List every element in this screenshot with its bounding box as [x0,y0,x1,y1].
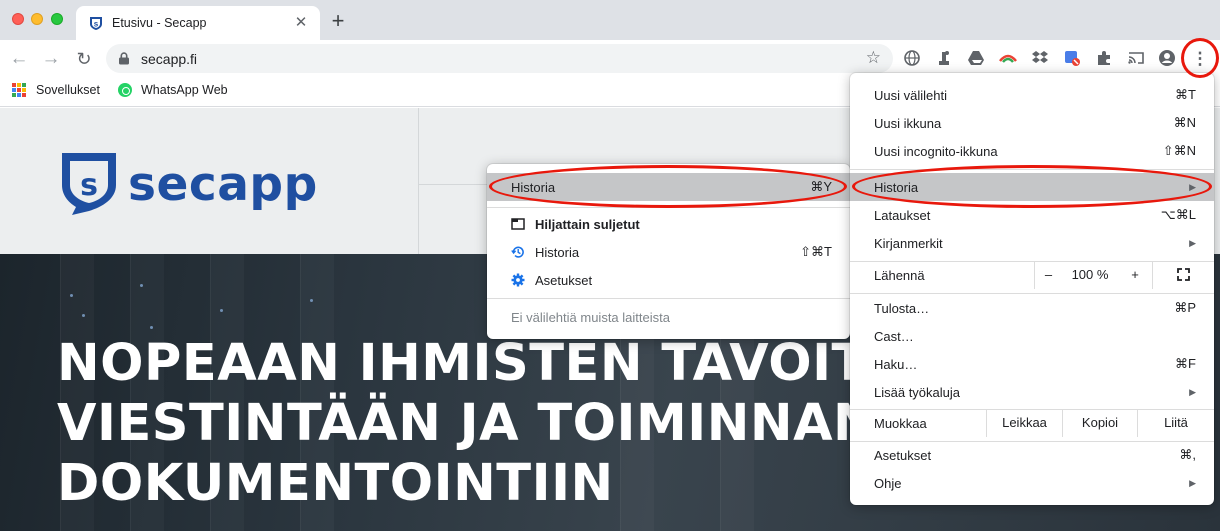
submenu-arrow-icon: ▶ [1189,237,1196,248]
cast-icon[interactable] [1127,49,1145,67]
server-light [310,299,313,302]
submenu-arrow-icon: ▶ [1189,181,1196,192]
menu-cast[interactable]: Cast… [850,322,1214,350]
menu-new-window[interactable]: Uusi ikkuna ⌘N [850,109,1214,137]
menu-help[interactable]: Ohje ▶ [850,469,1214,497]
menu-downloads[interactable]: Lataukset ⌥⌘L [850,201,1214,229]
drive-extension-icon[interactable] [967,49,985,67]
tab-strip: s Etusivu - Secapp ✕ + [0,0,1220,40]
paste-button[interactable]: Liitä [1137,409,1214,437]
tab-etusivu[interactable]: s Etusivu - Secapp ✕ [76,6,320,40]
back-arrow-icon[interactable]: ← [8,48,30,70]
submenu-historia-header[interactable]: Historia ⌘Y [487,173,850,201]
secapp-logo[interactable]: s secapp [58,151,318,217]
submenu-settings[interactable]: Asetukset [487,266,850,294]
server-light [70,294,73,297]
menu-separator [487,207,850,208]
reload-icon[interactable]: ↻ [73,48,95,70]
headline-line: DOKUMENTOINTIIN [57,454,614,513]
history-clock-icon [511,246,524,258]
edit-label: Muokkaa [874,416,927,431]
new-tab-button[interactable]: + [327,10,349,32]
minimize-window-button[interactable] [31,13,43,25]
lock-icon [119,52,129,65]
submenu-no-other-devices: Ei välilehtiä muista laitteista [511,309,670,325]
bookmark-label: WhatsApp Web [141,83,228,97]
blocker-extension-icon[interactable] [1063,49,1081,67]
submenu-history[interactable]: Historia ⇧⌘T [487,238,850,266]
extensions-puzzle-icon[interactable] [1095,49,1113,67]
hero-headline: NOPEAAN IHMISTEN TAVOITTA VIESTINTÄÄN JA… [57,334,939,514]
menu-settings[interactable]: Asetukset ⌘, [850,441,1214,469]
globe-extension-icon[interactable] [903,49,921,67]
address-bar[interactable]: secapp.fi ☆ [106,44,893,73]
close-tab-icon[interactable]: ✕ [292,14,310,32]
bookmark-whatsapp[interactable]: WhatsApp Web [118,83,228,97]
apps-grid-icon [12,83,26,97]
tab-title: Etusivu - Secapp [112,16,207,30]
server-light [140,284,143,287]
fullscreen-button[interactable] [1152,261,1214,289]
zoom-label: Lähennä [874,268,925,283]
profile-avatar-icon[interactable] [1158,49,1176,67]
server-light [150,326,153,329]
copy-button[interactable]: Kopioi [1062,409,1137,437]
url-text[interactable]: secapp.fi [141,51,197,67]
bookmark-label: Sovellukset [36,83,100,97]
dropbox-icon[interactable] [1031,49,1049,67]
close-window-button[interactable] [12,13,24,25]
submenu-arrow-icon: ▶ [1189,477,1196,488]
fullscreen-window-button[interactable] [51,13,63,25]
forward-arrow-icon[interactable]: → [40,48,62,70]
fullscreen-icon [1177,268,1190,281]
headline-line: NOPEAAN IHMISTEN TAVOITTA [57,334,940,393]
menu-separator [850,169,1214,170]
logo-text: secapp [128,156,318,212]
headline-line: VIESTINTÄÄN JA TOIMINNAN [57,394,877,453]
more-options-icon[interactable]: ⋮ [1188,47,1212,71]
menu-print[interactable]: Tulosta… ⌘P [850,294,1214,322]
zoom-out-button[interactable]: – [1034,261,1062,289]
bookmark-star-icon[interactable]: ☆ [866,48,881,68]
stamp-extension-icon[interactable] [935,49,953,67]
chrome-main-menu: Uusi välilehti ⌘T Uusi ikkuna ⌘N Uusi in… [850,73,1214,505]
server-light [82,314,85,317]
browser-toolbar: ← → ↻ secapp.fi ☆ ⋮ [0,40,1220,77]
cut-button[interactable]: Leikkaa [986,409,1062,437]
menu-bookmarks[interactable]: Kirjanmerkit ▶ [850,229,1214,257]
submenu-arrow-icon: ▶ [1189,386,1196,397]
bookmark-apps[interactable]: Sovellukset [12,83,100,97]
logo-letter: s [80,168,98,203]
settings-gear-icon [511,273,525,287]
menu-separator [487,298,850,299]
menu-new-tab[interactable]: Uusi välilehti ⌘T [850,81,1214,109]
secapp-shield-icon: s [90,17,102,30]
decorative-line [418,108,419,254]
zoom-level: 100 % [1071,267,1109,282]
menu-new-incognito-window[interactable]: Uusi incognito-ikkuna ⇧⌘N [850,137,1214,165]
colorful-arc-extension-icon[interactable] [999,49,1017,67]
menu-history[interactable]: Historia ▶ [850,173,1214,201]
menu-more-tools[interactable]: Lisää työkaluja ▶ [850,378,1214,406]
menu-edit-row: Muokkaa Leikkaa Kopioi Liitä [850,409,1214,437]
secapp-shield-icon: s [62,153,116,215]
zoom-in-button[interactable]: + [1118,261,1152,289]
history-submenu: Historia ⌘Y Hiljattain suljetut Historia… [487,164,850,339]
submenu-recently-closed[interactable]: Hiljattain suljetut [487,210,850,238]
whatsapp-icon [118,83,132,97]
tab-window-icon [511,218,525,230]
svg-text:s: s [94,20,99,29]
server-light [220,309,223,312]
menu-find[interactable]: Haku… ⌘F [850,350,1214,378]
menu-zoom-row: Lähennä – 100 % + [850,261,1214,289]
